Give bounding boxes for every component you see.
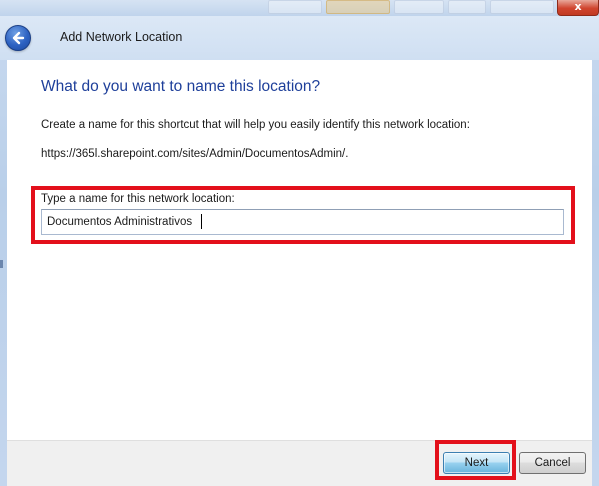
close-icon: x: [574, 0, 582, 13]
cancel-button[interactable]: Cancel: [519, 452, 586, 474]
text-caret: [201, 214, 202, 229]
page-heading: What do you want to name this location?: [41, 78, 321, 95]
background-tab: [268, 0, 322, 14]
content-panel: [7, 60, 592, 440]
location-name-input[interactable]: [41, 209, 564, 235]
back-button[interactable]: [5, 25, 31, 51]
background-tab: [448, 0, 486, 14]
background-tab-active: [326, 0, 390, 14]
back-arrow-icon: [12, 31, 25, 45]
name-field-label: Type a name for this network location:: [41, 193, 235, 205]
dialog-title: Add Network Location: [60, 30, 183, 44]
page-description: Create a name for this shortcut that wil…: [41, 119, 470, 131]
close-button[interactable]: x: [557, 0, 599, 16]
network-location-url: https://365l.sharepoint.com/sites/Admin/…: [41, 148, 349, 160]
background-tab: [490, 0, 554, 14]
background-tab: [394, 0, 444, 14]
background-edge: [0, 260, 3, 268]
next-button[interactable]: Next: [443, 452, 510, 474]
background-title-bar: [0, 0, 599, 16]
